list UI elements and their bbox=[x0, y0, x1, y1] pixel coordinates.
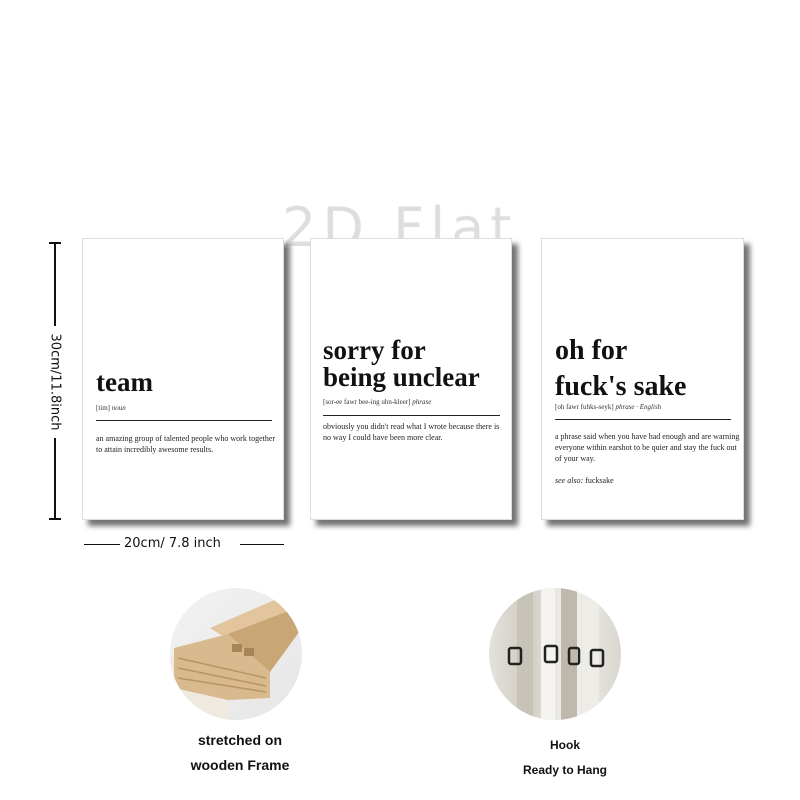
pronunciation-text: [oh fawr fuhks-seyk] bbox=[555, 403, 614, 411]
frame-caption-line2: wooden Frame bbox=[190, 757, 290, 773]
divider-rule bbox=[96, 420, 272, 421]
height-dimension-line-bottom bbox=[54, 438, 56, 520]
frame-caption-line1: stretched on bbox=[197, 732, 282, 748]
part-of-speech: noun bbox=[111, 404, 126, 412]
width-dimension-label: 20cm/ 7.8 inch bbox=[124, 536, 221, 551]
print-definition: an amazing group of talented people who … bbox=[96, 434, 276, 454]
print-pronunciation: [tim] noun bbox=[96, 404, 126, 412]
hook-caption-line1: Hook bbox=[550, 738, 580, 752]
print-definition: a phrase said when you have had enough a… bbox=[555, 432, 740, 463]
hook-caption-line2: Ready to Hang bbox=[522, 763, 607, 777]
width-dimension-line-right bbox=[240, 544, 284, 545]
divider-rule bbox=[323, 415, 500, 416]
width-dimension-line-left bbox=[84, 544, 120, 545]
print-pronunciation: [oh fawr fuhks-seyk] phrase · English bbox=[555, 403, 661, 411]
print-headword: oh for fuck's sake bbox=[555, 335, 687, 402]
print-canvas-oh-for: oh for fuck's sake [oh fawr fuhks-seyk] … bbox=[541, 238, 744, 520]
hook-photo bbox=[489, 588, 621, 720]
divider-rule bbox=[555, 419, 731, 420]
height-dimension-label: 30cm/11.8inch bbox=[47, 333, 63, 431]
see-also-label: see also: bbox=[555, 476, 584, 485]
pronunciation-text: [tim] bbox=[96, 404, 110, 412]
hook-illustration bbox=[507, 588, 605, 720]
print-canvas-sorry: sorry for being unclear [sor-ee fawr bee… bbox=[310, 238, 512, 520]
wooden-frame-illustration bbox=[170, 588, 302, 720]
see-also-value: fucksake bbox=[585, 476, 614, 485]
pronunciation-text: [sor-ee fawr bee-ing uhn-kleer] bbox=[323, 398, 411, 406]
part-of-speech: phrase · English bbox=[615, 403, 662, 411]
print-headword: sorry for being unclear bbox=[323, 335, 480, 392]
print-pronunciation: [sor-ee fawr bee-ing uhn-kleer] phrase bbox=[323, 398, 431, 406]
print-canvas-team: team [tim] noun an amazing group of tale… bbox=[82, 238, 284, 520]
print-headword: team bbox=[96, 367, 153, 397]
height-dimension-line-top bbox=[54, 242, 56, 326]
see-also: see also: fucksake bbox=[555, 476, 614, 485]
part-of-speech: phrase bbox=[412, 398, 432, 406]
print-definition: obviously you didn't read what I wrote b… bbox=[323, 422, 500, 442]
height-dimension-cap-bottom bbox=[49, 518, 61, 520]
wooden-frame-photo bbox=[170, 588, 302, 720]
